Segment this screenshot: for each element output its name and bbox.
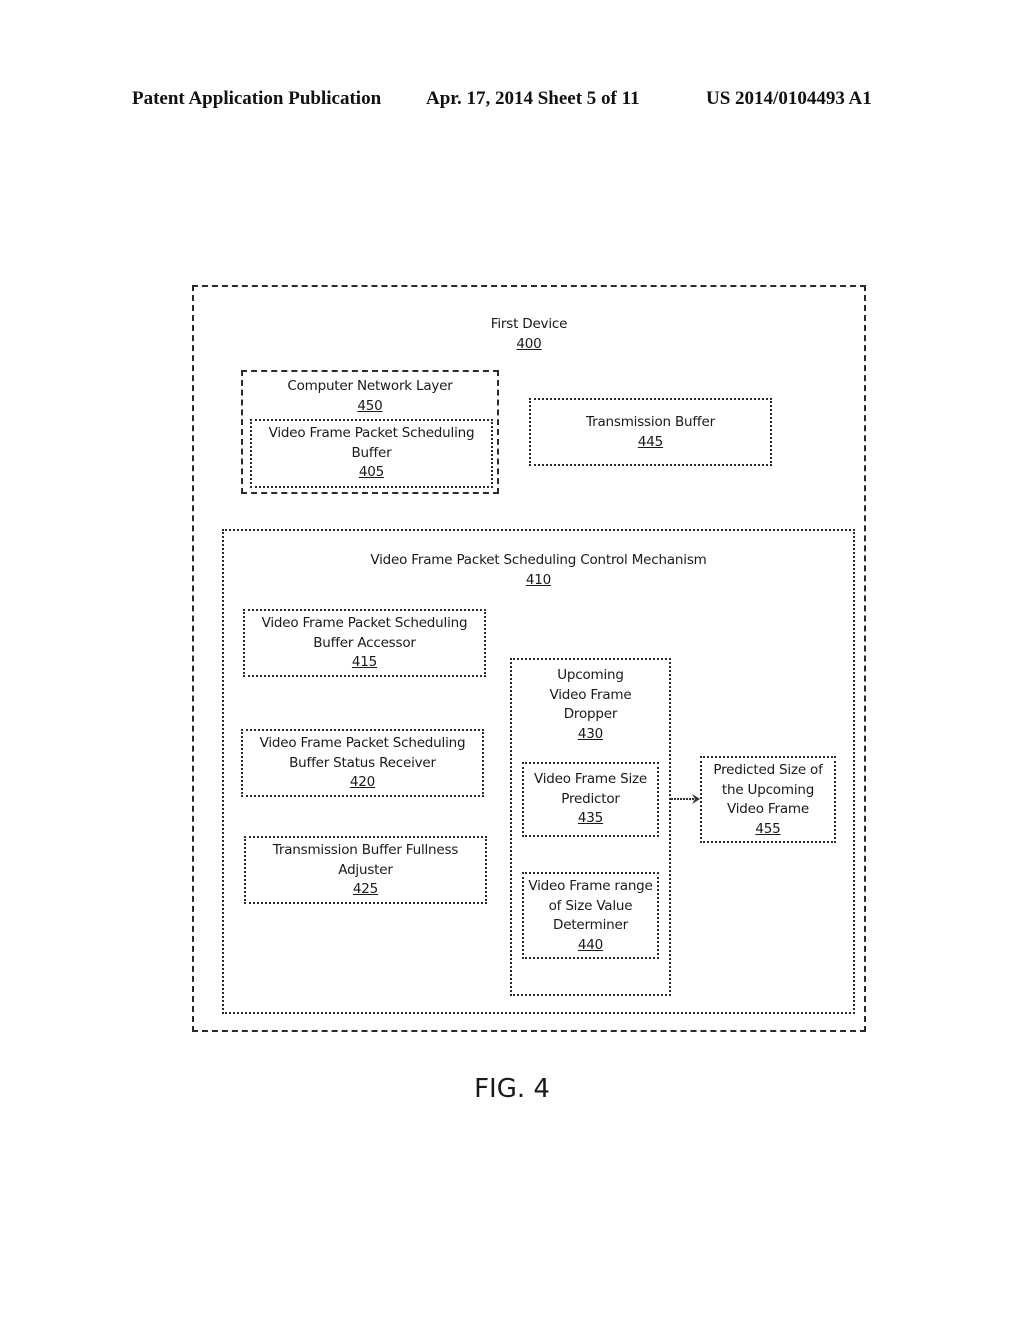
predicted-size-ref: 455 [755,820,781,837]
network-layer-title: Computer Network Layer [287,378,453,394]
dropper-to-predicted-size-arrow [671,794,700,804]
status-receiver-box: Video Frame Packet Scheduling Buffer Sta… [241,729,484,797]
range-determiner-label: Video Frame range of Size Value Determin… [524,877,657,955]
publication-type: Patent Application Publication [132,88,382,109]
fullness-adjuster-ref: 425 [352,881,379,897]
range-determiner-ref: 440 [577,936,604,953]
control-mechanism-title: Video Frame Packet Scheduling Control Me… [370,552,707,568]
fullness-adjuster-label: Transmission Buffer Fullness Adjuster 42… [246,841,485,900]
range-determiner-box: Video Frame range of Size Value Determin… [522,872,659,959]
scheduling-buffer-line-1: Video Frame Packet Scheduling [268,425,475,441]
size-predictor-box: Video Frame Size Predictor 435 [522,762,659,837]
control-mechanism-label: Video Frame Packet Scheduling Control Me… [224,551,853,590]
network-layer-ref: 450 [357,397,383,414]
buffer-accessor-ref: 415 [351,654,378,670]
status-receiver-label: Video Frame Packet Scheduling Buffer Sta… [243,734,482,793]
predicted-size-line-2: the Upcoming [721,781,815,798]
first-device-title: First Device [490,316,568,332]
buffer-accessor-line-2: Buffer Accessor [313,634,416,651]
transmission-buffer-box: Transmission Buffer 445 [529,398,772,466]
size-predictor-label: Video Frame Size Predictor 435 [524,770,657,829]
network-layer-label: Computer Network Layer 450 [243,377,497,416]
first-device-ref: 400 [516,335,542,352]
transmission-buffer-ref: 445 [637,433,664,450]
status-receiver-line-2: Buffer Status Receiver [289,754,436,771]
status-receiver-line-1: Video Frame Packet Scheduling [259,735,466,751]
buffer-accessor-line-1: Video Frame Packet Scheduling [261,615,468,631]
size-predictor-ref: 435 [577,810,604,826]
range-determiner-line-2: of Size Value [548,897,633,914]
predicted-size-line-3: Video Frame [727,801,809,817]
figure-label: FIG. 4 [474,1074,550,1104]
transmission-buffer-label: Transmission Buffer 445 [531,413,770,452]
buffer-accessor-box: Video Frame Packet Scheduling Buffer Acc… [243,609,486,677]
frame-dropper-line-2: Video Frame [549,686,632,703]
frame-dropper-line-3: Dropper [563,706,618,722]
range-determiner-line-1: Video Frame range [528,878,653,894]
frame-dropper-line-1: Upcoming [557,667,624,683]
predicted-size-label: Predicted Size of the Upcoming Video Fra… [702,761,834,839]
scheduling-buffer-label: Video Frame Packet Scheduling Buffer 405 [252,424,491,483]
size-predictor-line-1: Video Frame Size [534,771,647,787]
predicted-size-box: Predicted Size of the Upcoming Video Fra… [700,756,836,843]
range-determiner-line-3: Determiner [553,917,628,933]
transmission-buffer-title: Transmission Buffer [586,414,715,430]
frame-dropper-ref: 430 [577,725,604,742]
scheduling-buffer-ref: 405 [358,464,385,480]
publication-number: US 2014/0104493 A1 [706,88,872,109]
fullness-adjuster-box: Transmission Buffer Fullness Adjuster 42… [244,836,487,904]
size-predictor-line-2: Predictor [561,790,620,807]
fullness-adjuster-line-1: Transmission Buffer Fullness [272,842,459,858]
first-device-label: First Device 400 [194,315,864,354]
publication-date-sheet: Apr. 17, 2014 Sheet 5 of 11 [426,88,640,109]
patent-header: Patent Application Publication Apr. 17, … [0,88,1024,114]
fullness-adjuster-line-2: Adjuster [338,861,393,878]
buffer-accessor-label: Video Frame Packet Scheduling Buffer Acc… [245,614,484,673]
scheduling-buffer-line-2: Buffer [351,444,392,461]
scheduling-buffer-box: Video Frame Packet Scheduling Buffer 405 [250,419,493,488]
frame-dropper-label: Upcoming Video Frame Dropper 430 [512,666,669,744]
predicted-size-line-1: Predicted Size of [713,762,823,778]
status-receiver-ref: 420 [349,774,376,790]
control-mechanism-ref: 410 [525,571,552,588]
